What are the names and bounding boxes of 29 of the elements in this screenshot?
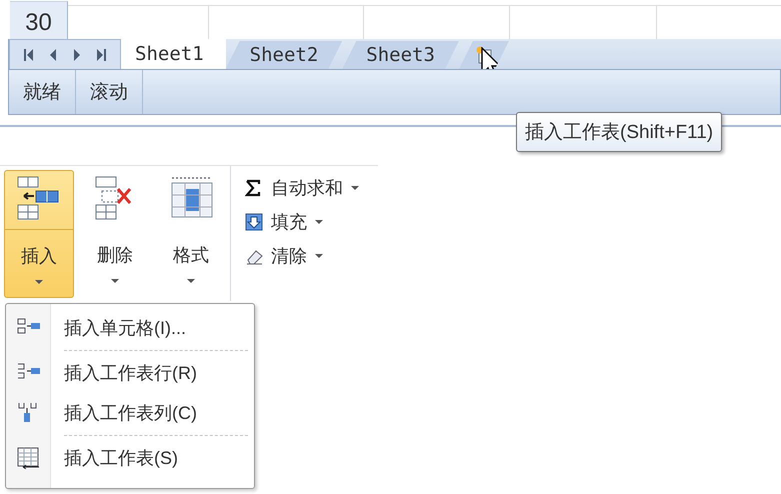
sigma-icon — [245, 179, 263, 197]
ribbon-button[interactable]: 清除 — [243, 242, 361, 270]
caret-icon — [35, 280, 43, 284]
insert-sheet-icon — [17, 447, 41, 469]
ribbon-button[interactable]: 删除 — [80, 170, 150, 298]
first-sheet-icon[interactable] — [24, 48, 34, 62]
sheet-tab[interactable]: Sheet3 — [342, 41, 459, 69]
caret-icon — [315, 220, 323, 224]
ribbon-button[interactable]: 自动求和 — [243, 174, 361, 202]
menu-item[interactable]: 插入单元格(I)... — [8, 308, 252, 348]
next-sheet-icon[interactable] — [72, 48, 82, 62]
menu-item[interactable]: 插入工作表行(R) — [8, 353, 252, 393]
menu-item[interactable]: 插入工作表列(C) — [8, 393, 252, 433]
menu-item[interactable]: 插入工作表(S) — [8, 438, 252, 478]
row-header: 30 — [10, 1, 68, 39]
caret-icon — [187, 279, 195, 283]
ribbon-button[interactable]: 格式 — [156, 170, 226, 298]
tooltip: 插入工作表(Shift+F11) — [516, 112, 722, 152]
status-text: 滚动 — [76, 70, 143, 114]
previous-sheet-icon[interactable] — [48, 48, 58, 62]
status-text: 就绪 — [9, 70, 76, 114]
caret-icon — [315, 254, 323, 258]
ribbon-button[interactable]: 填充 — [243, 208, 361, 236]
sheet-tab[interactable]: Sheet2 — [226, 41, 342, 69]
last-sheet-icon[interactable] — [96, 48, 106, 62]
sheet-tab[interactable]: Sheet1 — [121, 39, 226, 69]
caret-icon — [111, 279, 119, 283]
ribbon-button[interactable]: 插入 — [4, 170, 74, 298]
caret-icon — [351, 186, 359, 190]
